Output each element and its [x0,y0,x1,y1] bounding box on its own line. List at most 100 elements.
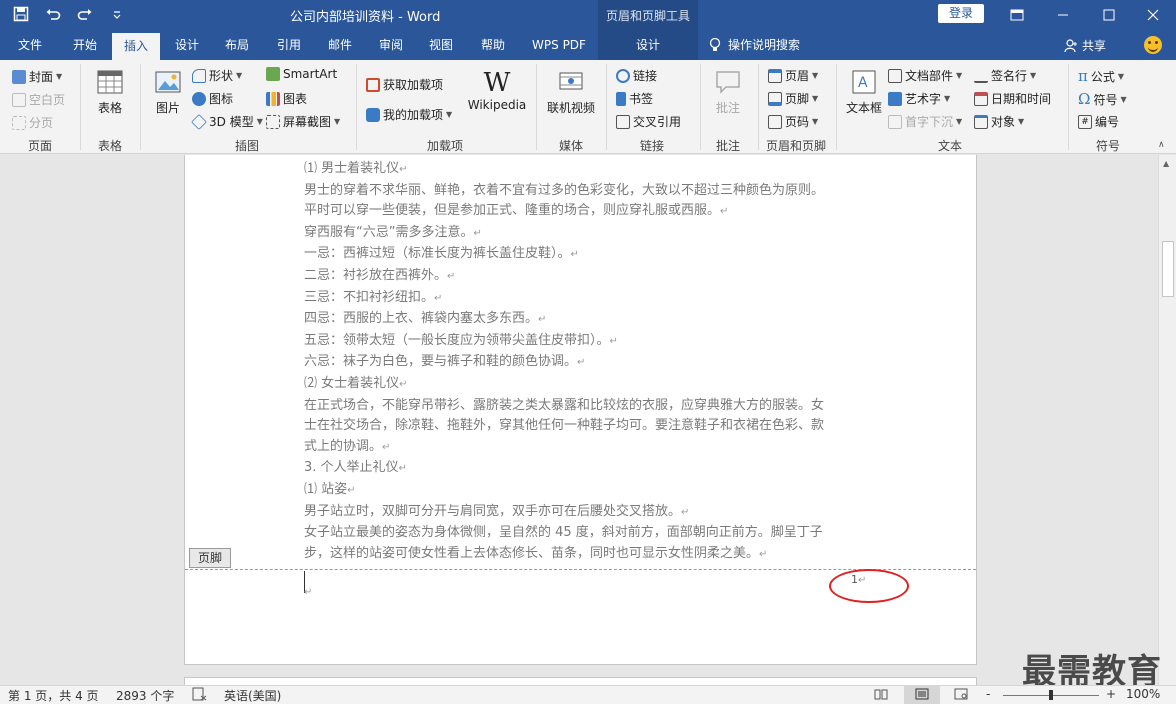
page-number-button[interactable]: 页码 ▼ [768,113,818,130]
tab-insert[interactable]: 插入 [112,33,160,60]
paragraph-text: 3. 个人举止礼仪 [304,460,399,476]
3d-model-button[interactable]: 3D 模型 ▼ [191,113,263,130]
document-body[interactable]: ⑴ 男士着装礼仪↵ 男士的穿着不求华丽、鲜艳，衣着不宜有过多的色彩变化，大致以不… [304,159,864,565]
paragraph[interactable]: 一忌：西裤过短（标准长度为裤长盖住皮鞋）。↵ [304,244,864,266]
paragraph[interactable]: 二忌：衬衫放在西裤外。↵ [304,266,864,288]
zoom-slider-thumb[interactable] [1049,690,1053,700]
paragraph[interactable]: 男士的穿着不求华丽、鲜艳，衣着不宜有过多的色彩变化，大致以不超过三种颜色为原则。 [304,181,864,202]
footer-button[interactable]: 页脚 ▼ [768,90,818,107]
zoom-in-button[interactable]: + [1106,687,1116,701]
tab-design[interactable]: 设计 [164,30,210,60]
customize-qat-button[interactable] [104,3,130,25]
number-button[interactable]: # 编号 [1078,113,1119,130]
close-button[interactable] [1130,0,1176,30]
page-count-status[interactable]: 第 1 页，共 4 页 [8,687,99,704]
smartart-button[interactable]: SmartArt [266,67,337,81]
header-button[interactable]: 页眉 ▼ [768,67,818,84]
icons-button[interactable]: 图标 [192,90,233,107]
date-time-button[interactable]: 日期和时间 [974,90,1051,107]
number-icon: # [1078,114,1092,129]
date-time-label: 日期和时间 [991,92,1052,106]
pictures-button[interactable]: 图片 [148,68,188,116]
paragraph[interactable]: 女子站立最美的姿态为身体微侧，呈自然的 45 度，斜对前方，面部朝向正前方。脚呈… [304,523,864,544]
paragraph-mark: ↵ [399,164,408,175]
zoom-out-button[interactable]: - [986,687,990,701]
tab-mailings[interactable]: 邮件 [316,30,364,60]
chart-button[interactable]: 图表 [266,90,307,107]
paragraph[interactable]: ⑴ 男士着装礼仪↵ [304,159,864,181]
tab-help[interactable]: 帮助 [470,30,516,60]
undo-button[interactable] [40,3,66,25]
get-addins-button[interactable]: 获取加载项 [366,76,443,93]
scroll-thumb[interactable] [1162,241,1174,297]
tell-me-search[interactable]: 操作说明搜索 [708,30,820,60]
smartart-icon [266,67,280,81]
screenshot-button[interactable]: 屏幕截图 ▼ [266,113,340,130]
tab-header-footer-design[interactable]: 设计 [598,30,698,60]
shapes-button[interactable]: 形状 ▼ [192,67,242,84]
table-button[interactable]: 表格 [88,68,132,116]
paragraph[interactable]: 五忌：领带太短（一般长度应为领带尖盖住皮带扣）。↵ [304,331,864,353]
wikipedia-button[interactable]: W Wikipedia [466,68,528,112]
login-button[interactable]: 登录 [938,4,984,23]
proofing-icon[interactable] [192,687,208,704]
tab-references[interactable]: 引用 [266,30,312,60]
paragraph[interactable]: 六忌：袜子为白色，要与裤子和鞋的颜色协调。↵ [304,352,864,374]
tab-review[interactable]: 审阅 [368,30,414,60]
signature-line-button[interactable]: 签名行 ▼ [974,67,1036,84]
paragraph[interactable]: 士在社交场合，除凉鞋、拖鞋外，穿其他任何一种鞋子均可。要注意鞋子和衣裙在色彩、款 [304,416,864,437]
web-layout-icon[interactable] [954,687,968,704]
language-status[interactable]: 英语(美国) [224,687,281,704]
paragraph[interactable]: 平时可以穿一些便装，但是参加正式、隆重的场合，则应穿礼服或西服。↵ [304,201,864,223]
wordart-button[interactable]: 艺术字 ▼ [888,90,950,107]
paragraph[interactable]: ⑴ 站姿↵ [304,480,864,502]
comment-button[interactable]: 批注 [706,68,750,116]
collapse-ribbon-button[interactable]: ∧ [1158,140,1165,150]
link-button[interactable]: 链接 [616,67,657,84]
read-mode-icon[interactable] [874,687,888,704]
tab-layout[interactable]: 布局 [214,30,260,60]
page[interactable]: ⑴ 男士着装礼仪↵ 男士的穿着不求华丽、鲜艳，衣着不宜有过多的色彩变化，大致以不… [184,155,977,665]
scroll-up-icon[interactable]: ▲ [1163,159,1169,168]
online-video-button[interactable]: 联机视频 [542,68,600,116]
print-layout-icon[interactable] [915,687,929,704]
equation-button[interactable]: π 公式 ▼ [1078,67,1124,85]
vertical-scrollbar[interactable]: ▲ [1158,155,1176,685]
minimize-button[interactable] [1040,0,1086,30]
cover-page-button[interactable]: 封面 ▼ [12,68,62,85]
page-break-button[interactable]: 分页 [12,114,53,131]
paragraph[interactable]: 式上的协调。↵ [304,437,864,459]
paragraph[interactable]: 步，这样的站姿可使女性看上去体态修长、苗条，同时也可显示女性阴柔之美。↵ [304,544,864,566]
paragraph[interactable]: ⑵ 女士着装礼仪↵ [304,374,864,396]
zoom-level[interactable]: 100% [1126,687,1160,701]
ribbon-display-options-button[interactable] [994,0,1040,30]
cover-page-label: 封面 [29,70,54,84]
word-count-status[interactable]: 2893 个字 [116,687,174,704]
tab-wps-pdf[interactable]: WPS PDF [522,30,596,60]
blank-page-button[interactable]: 空白页 [12,91,65,108]
drop-cap-button[interactable]: 首字下沉 ▼ [888,113,962,130]
object-button[interactable]: 对象 ▼ [974,113,1024,130]
symbol-button[interactable]: Ω 符号 ▼ [1078,90,1127,108]
tab-view[interactable]: 视图 [418,30,464,60]
paragraph[interactable]: 在正式场合，不能穿吊带衫、露脐装之类太暴露和比较炫的衣服，应穿典雅大方的服装。女 [304,396,864,417]
cross-reference-button[interactable]: 交叉引用 [616,113,681,130]
paragraph[interactable]: 穿西服有“六忌”需多多注意。↵ [304,223,864,245]
maximize-button[interactable] [1086,0,1132,30]
text-box-button[interactable]: A 文本框 [844,68,884,116]
save-button[interactable] [8,3,34,25]
quick-parts-button[interactable]: 文档部件 ▼ [888,67,962,84]
my-addins-button[interactable]: 我的加载项 ▼ [366,106,452,123]
tab-file[interactable]: 文件 [6,30,54,60]
document-area[interactable]: ⑴ 男士着装礼仪↵ 男士的穿着不求华丽、鲜艳，衣着不宜有过多的色彩变化，大致以不… [0,155,1158,685]
smartart-label: SmartArt [283,67,338,81]
paragraph[interactable]: 四忌：西服的上衣、裤袋内塞太多东西。↵ [304,309,864,331]
feedback-smiley-icon[interactable] [1144,36,1162,54]
paragraph[interactable]: 三忌：不扣衬衫纽扣。↵ [304,288,864,310]
paragraph[interactable]: 男子站立时，双脚可分开与肩同宽，双手亦可在后腰处交叉搭放。↵ [304,502,864,524]
bookmark-button[interactable]: 书签 [616,90,653,107]
share-button[interactable]: 共享 [1064,37,1106,54]
paragraph[interactable]: 3. 个人举止礼仪↵ [304,458,864,480]
tab-home[interactable]: 开始 [60,30,110,60]
redo-button[interactable] [72,3,98,25]
